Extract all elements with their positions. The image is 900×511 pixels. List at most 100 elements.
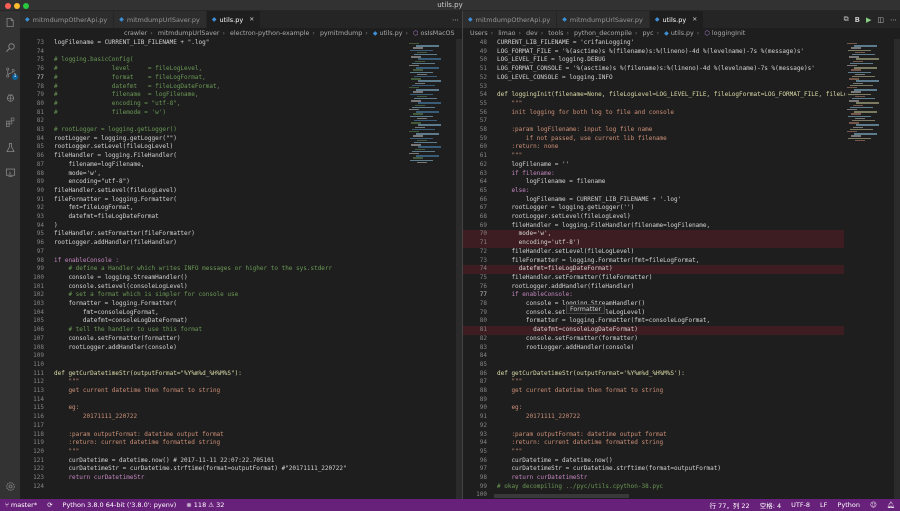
- code-line[interactable]: 64 logFilename = filename: [463, 178, 844, 187]
- close-tab-icon[interactable]: ✕: [249, 16, 254, 23]
- language-mode-status[interactable]: Python: [832, 499, 865, 511]
- settings-gear-icon[interactable]: [4, 480, 16, 492]
- right-tab-mitmdumpurlsaver[interactable]: ◆ mitmdumpUrlSaver.py: [557, 11, 650, 28]
- code-line[interactable]: 94): [20, 222, 406, 231]
- notifications-bell-icon[interactable]: 🔔︎: [882, 499, 900, 511]
- code-line[interactable]: 84: [463, 352, 844, 361]
- code-line[interactable]: 68 rootLogger.setLevel(fileLogLevel): [463, 213, 844, 222]
- code-line[interactable]: 90 eg:: [463, 404, 844, 413]
- code-line[interactable]: 81 datefmt=consoleLogDateFormat): [463, 326, 844, 335]
- code-line[interactable]: 79 console.setLevel(consoleLogLevel): [463, 309, 844, 318]
- code-line[interactable]: 112 """: [20, 378, 406, 387]
- code-line[interactable]: 87 filename=logFilename,: [20, 161, 406, 170]
- right-code-editor[interactable]: 100 99 # okay decompiling ../pyc/utils.cpy…: [463, 39, 900, 499]
- code-line[interactable]: 94 :return: current datetime formatted s…: [463, 439, 844, 448]
- breadcrumb-item[interactable]: tools: [548, 30, 563, 37]
- left-tab-mitmdumpotherapi[interactable]: ◆ mitmdumpOtherApi.py: [20, 11, 115, 28]
- code-line[interactable]: 57: [463, 117, 844, 126]
- code-line[interactable]: 99 # okay decompiling ../pyc/utils.cpytho…: [463, 483, 844, 492]
- code-line[interactable]: 110: [20, 361, 406, 370]
- code-line[interactable]: 92 fmt=fileLogFormat,: [20, 204, 406, 213]
- code-line[interactable]: 73 fileFormatter = logging.Formatter(fmt…: [463, 257, 844, 266]
- code-line[interactable]: 72 fileHandler.setLevel(fileLogLevel): [463, 248, 844, 257]
- code-line[interactable]: 116 20171111_220722: [20, 413, 406, 422]
- left-tab-mitmdumpurlsaver[interactable]: ◆ mitmdumpUrlSaver.py: [114, 11, 207, 28]
- code-line[interactable]: 89 encoding="utf-8"): [20, 178, 406, 187]
- breadcrumb-item[interactable]: utils.py: [379, 30, 402, 37]
- code-line[interactable]: 121 curDatetime = datetime.now() # 2017-…: [20, 457, 406, 466]
- code-line[interactable]: 123 return curDatetimeStr: [20, 474, 406, 483]
- breadcrumb-item[interactable]: osIsMacOS: [421, 30, 455, 37]
- code-line[interactable]: 48 CURRENT_LIB_FILENAME = 'crifanLogging': [463, 39, 844, 48]
- code-line[interactable]: 95 """: [463, 448, 844, 457]
- code-line[interactable]: 53: [463, 83, 844, 92]
- breadcrumb-item[interactable]: python_decompile: [574, 30, 632, 37]
- code-line[interactable]: 82 console.setFormatter(formatter): [463, 335, 844, 344]
- code-line[interactable]: 78 # datefmt = fileLogDateFormat,: [20, 83, 406, 92]
- code-line[interactable]: 87 """: [463, 378, 844, 387]
- more-actions-icon[interactable]: ⋯: [452, 16, 459, 24]
- code-line[interactable]: 76 rootLogger.addHandler(fileHandler): [463, 283, 844, 292]
- breadcrumb-item[interactable]: loggingInit: [712, 30, 745, 37]
- code-line[interactable]: 118 :param outputFormat: datetime output…: [20, 431, 406, 440]
- code-line[interactable]: 78 console = logging.StreamHandler(): [463, 300, 844, 309]
- code-line[interactable]: 60 :return: none: [463, 143, 844, 152]
- left-minimap[interactable]: [407, 39, 451, 499]
- eol-status[interactable]: LF: [815, 499, 832, 511]
- code-line[interactable]: 108 rootLogger.addHandler(console): [20, 344, 406, 353]
- more-actions-icon[interactable]: ⋯: [890, 16, 897, 24]
- source-control-icon[interactable]: 1: [4, 66, 18, 80]
- code-line[interactable]: 75 # logging.basicConfig(: [20, 56, 406, 65]
- code-line[interactable]: 84 rootLogger = logging.getLogger(""): [20, 135, 406, 144]
- code-line[interactable]: 98 if enableConsole :: [20, 257, 406, 266]
- code-line[interactable]: 111 def getCurDatetimeStr(outputFormat="%…: [20, 370, 406, 379]
- code-line[interactable]: 104 fmt=consoleLogFormat,: [20, 309, 406, 318]
- code-line[interactable]: 52 LOG_LEVEL_CONSOLE = logging.INFO: [463, 74, 844, 83]
- run-file-icon[interactable]: ▶: [866, 16, 871, 24]
- right-vertical-scrollbar[interactable]: [894, 39, 900, 499]
- code-line[interactable]: 91 20171111_220722: [463, 413, 844, 422]
- code-line[interactable]: 80 # encoding = "utf-8",: [20, 100, 406, 109]
- code-line[interactable]: 83 rootLogger.addHandler(console): [463, 344, 844, 353]
- cursor-position-status[interactable]: 行 77，列 22: [705, 499, 755, 511]
- code-line[interactable]: 86 def getCurDatetimeStr(outputFormat='%Y…: [463, 370, 844, 379]
- breadcrumb-item[interactable]: crawler: [124, 30, 147, 37]
- right-minimap[interactable]: [845, 39, 889, 499]
- left-code-editor[interactable]: 124 123 return curDatetimeStr 122 curDatet…: [20, 39, 462, 499]
- code-line[interactable]: 98 return curDatetimeStr: [463, 474, 844, 483]
- code-line[interactable]: 67 rootLogger = logging.getLogger(''): [463, 204, 844, 213]
- code-line[interactable]: 59 if not passed, use current lib filena…: [463, 135, 844, 144]
- code-line[interactable]: 114: [20, 396, 406, 405]
- code-line[interactable]: 77 if enableConsole:: [463, 291, 844, 300]
- right-horizontal-scrollbar[interactable]: [494, 494, 629, 498]
- close-tab-icon[interactable]: ✕: [692, 16, 697, 23]
- code-line[interactable]: 85 rootLogger.setLevel(fileLogLevel): [20, 143, 406, 152]
- test-flask-icon[interactable]: [4, 141, 16, 153]
- code-line[interactable]: 91 fileFormatter = logging.Formatter(: [20, 196, 406, 205]
- code-line[interactable]: 120 """: [20, 448, 406, 457]
- code-line[interactable]: 49 LOG_FORMAT_FILE = '%(asctime)s %(filen…: [463, 48, 844, 57]
- code-line[interactable]: 50 LOG_LEVEL_FILE = logging.DEBUG: [463, 56, 844, 65]
- code-line[interactable]: 99 # define a Handler which writes INFO …: [20, 265, 406, 274]
- code-line[interactable]: 71 encoding='utf-8'): [463, 239, 844, 248]
- code-line[interactable]: 117: [20, 422, 406, 431]
- code-line[interactable]: 62 logFilename = '': [463, 161, 844, 170]
- breadcrumb-item[interactable]: pymitmdump: [320, 30, 362, 37]
- code-line[interactable]: 90 fileHandler.setLevel(fileLogLevel): [20, 187, 406, 196]
- breadcrumb-item[interactable]: Users: [470, 30, 488, 37]
- code-line[interactable]: 115 eg:: [20, 404, 406, 413]
- code-line[interactable]: 66 logFilename = CURRENT_LIB_FILENAME + …: [463, 196, 844, 205]
- code-line[interactable]: 80 formatter = logging.Formatter(fmt=con…: [463, 317, 844, 326]
- code-line[interactable]: 119 :return: current datetime formatted …: [20, 439, 406, 448]
- code-line[interactable]: 86 fileHandler = logging.FileHandler(: [20, 152, 406, 161]
- extensions-icon[interactable]: [4, 116, 16, 128]
- problems-status[interactable]: ⊗ 118 ⚠ 32: [181, 499, 229, 511]
- git-branch-status[interactable]: ⑂ master*: [0, 499, 42, 511]
- code-line[interactable]: 82: [20, 117, 406, 126]
- code-line[interactable]: 122 curDatetimeStr = curDatetime.strftim…: [20, 465, 406, 474]
- code-line[interactable]: 77 # format = fileLogFormat,: [20, 74, 406, 83]
- code-line[interactable]: 101 console.setLevel(consoleLogLevel): [20, 283, 406, 292]
- code-line[interactable]: 79 # filename = logFilename,: [20, 91, 406, 100]
- code-line[interactable]: 97 curDatetimeStr = curDatetime.strftime…: [463, 465, 844, 474]
- code-line[interactable]: 93 :param outputFormat: datetime output …: [463, 431, 844, 440]
